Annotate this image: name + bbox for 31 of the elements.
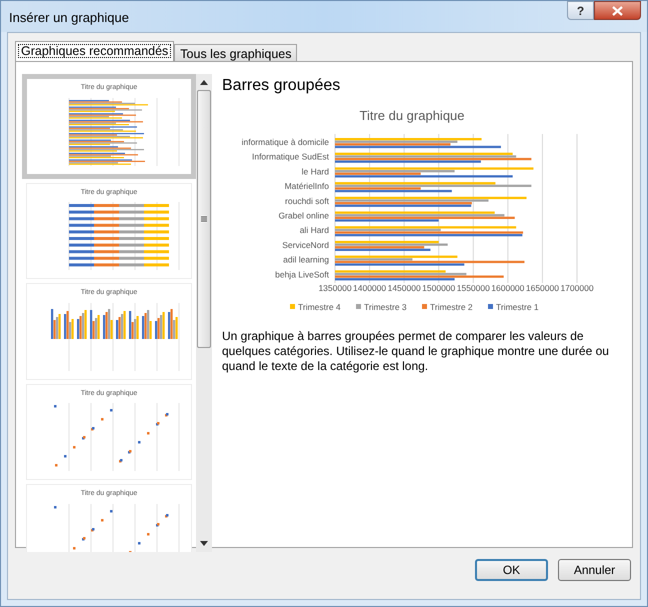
dialog-button[interactable]: Annuler [558, 559, 631, 581]
category-label: rouchdi soft [285, 196, 329, 206]
chart-description: Un graphique à barres groupées permet de comparer les valeurs de quelques catégories. Utilisez-le quand le graphique montre une durée ou quand le texte de la catégorie est long. [222, 329, 610, 374]
category-label: MatérielInfo [284, 181, 329, 192]
tab[interactable]: Graphiques recommandés [15, 41, 174, 61]
legend-label: Trimestre 2 [430, 302, 473, 312]
legend-label: Trimestre 3 [364, 302, 407, 312]
chart-type-heading: Barres groupées [222, 76, 342, 96]
axis-tick-label: 1600000 [491, 283, 524, 293]
help-button[interactable]: ? [567, 1, 594, 20]
tab[interactable]: Tous les graphiques [174, 44, 298, 61]
axis-tick-label: 1400000 [353, 283, 386, 293]
category-label: ali Hard [300, 225, 329, 236]
category-label: informatique à domicile [242, 137, 329, 147]
axis-tick-label: 1550000 [456, 283, 490, 293]
legend-label: Trimestre 4 [298, 302, 341, 312]
category-label: ServiceNord [282, 240, 329, 250]
category-label: Informatique SudEst [252, 152, 329, 162]
category-label: le Hard [302, 166, 329, 176]
legend-label: Trimestre 1 [496, 302, 539, 312]
axis-tick-label: 1650000 [526, 283, 559, 293]
dialog-button[interactable]: OK [475, 559, 548, 581]
category-label: Grabel online [278, 210, 329, 220]
axis-tick-label: 1450000 [388, 283, 421, 293]
category-label: behja LiveSoft [275, 269, 329, 280]
axis-tick-label: 1700000 [560, 283, 594, 293]
chart-title: Titre du graphique [359, 108, 465, 123]
category-label: adil learning [283, 254, 329, 265]
axis-tick-label: 1350000 [318, 283, 352, 293]
window-title: Insérer un graphique [9, 9, 129, 27]
axis-tick-label: 1500000 [422, 283, 456, 293]
